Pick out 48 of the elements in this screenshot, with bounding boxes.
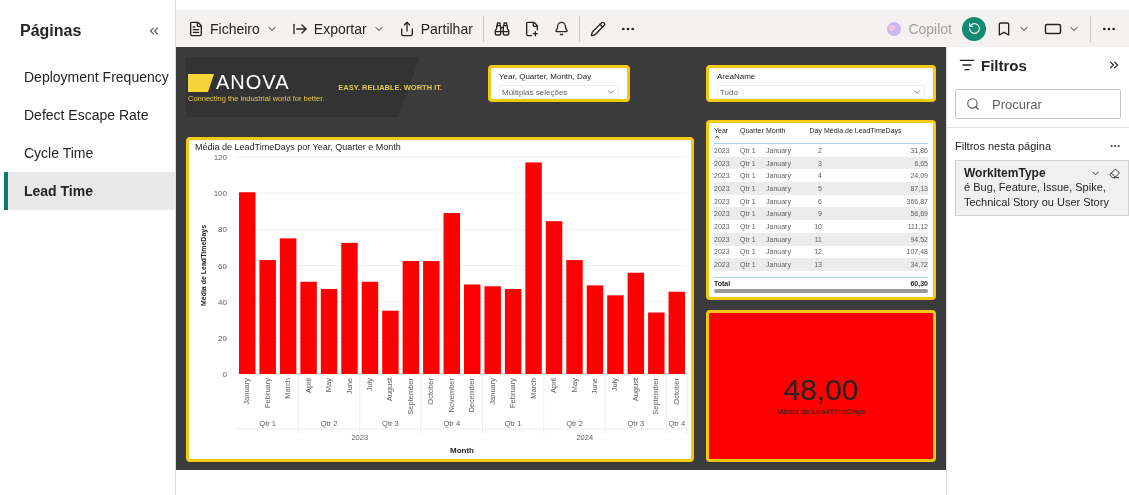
menu-button[interactable]: Ficheiro: [184, 16, 282, 41]
slicer-title: Year, Quarter, Month, Day: [499, 72, 593, 81]
caret-icon: [912, 87, 922, 97]
tick-label: 100: [213, 189, 227, 199]
kpi-value: 48,00: [783, 372, 859, 407]
tick-label: 20: [218, 333, 227, 343]
page-tab[interactable]: Deployment Frequency: [4, 58, 175, 96]
filter-icon: [959, 57, 975, 73]
slicer[interactable]: Year, Quarter, Month, Day Múltiplas seleções: [488, 65, 630, 102]
copilot-icon: [886, 20, 903, 37]
pages-title: Páginas: [20, 22, 82, 40]
page-tab[interactable]: Cycle Time: [4, 134, 175, 172]
search-field[interactable]: Procurar: [955, 89, 1121, 119]
tick-label: 0: [222, 370, 227, 379]
slicer-dropdown[interactable]: Tudo: [717, 85, 925, 99]
search-icon: [966, 97, 980, 111]
tick-label: 120: [213, 153, 227, 162]
page-tab[interactable]: Defect Escape Rate: [4, 96, 175, 134]
tick-label: 80: [218, 225, 227, 235]
slicer-title: AreaName: [717, 72, 757, 81]
filter-field: WorkItemType: [964, 166, 1082, 180]
reset-icon[interactable]: [962, 16, 986, 41]
filter-description: é Bug, Feature, Issue, Spike, Technical Story ou User Story: [964, 180, 1110, 210]
bar: [382, 310, 399, 374]
caret-icon: [606, 87, 616, 97]
tick-label: 40: [218, 297, 227, 307]
scrollbar[interactable]: [714, 289, 928, 293]
logo-name: ANOVA: [216, 71, 290, 94]
document-icon: [188, 20, 204, 37]
kpi-label: Média de LeadTimeDays: [776, 406, 866, 416]
page-tab[interactable]: Lead Time: [4, 172, 175, 210]
share-button[interactable]: Partilhar: [394, 16, 477, 41]
slicer[interactable]: AreaName Tudo: [706, 65, 936, 102]
collapse-icon[interactable]: [147, 24, 161, 38]
logo-mark-icon: [188, 73, 214, 92]
expand-icon[interactable]: [1107, 58, 1121, 72]
tick-label: 60: [218, 261, 227, 271]
section-title: Filtros nesta página: [955, 140, 1051, 152]
share-icon: [398, 20, 415, 37]
axis-title: Month: [450, 446, 474, 455]
menu-button[interactable]: Exportar: [287, 16, 389, 41]
filter-card[interactable]: WorkItemType é Bug, Feature, Issue, Spike, Technical Story ou User Story: [955, 160, 1129, 216]
bar: [648, 312, 665, 374]
chart-title: Média de LeadTimeDays por Year, Quarter e Month: [195, 142, 402, 152]
sort-icon: [714, 134, 720, 140]
filters-title: Filtros: [981, 56, 1028, 74]
slicer-dropdown[interactable]: Múltiplas seleções: [499, 85, 619, 99]
eraser-icon[interactable]: [1109, 167, 1120, 179]
